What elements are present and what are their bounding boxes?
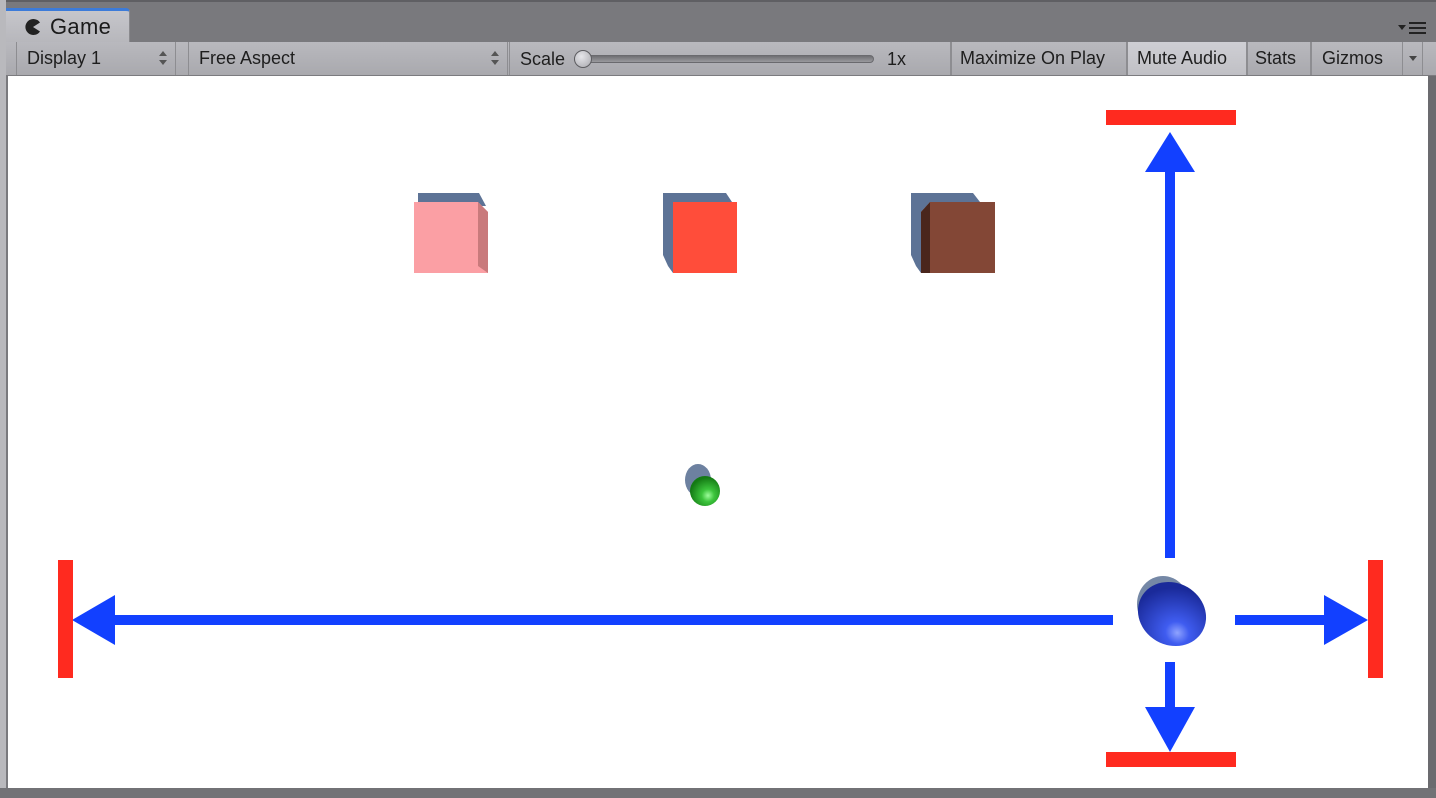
right-arrow-head — [1324, 595, 1368, 645]
panel-menu-button[interactable] — [1394, 20, 1428, 36]
right-panel-edge — [1428, 76, 1436, 798]
scale-slider-thumb[interactable] — [574, 50, 592, 68]
mute-audio-toggle[interactable]: Mute Audio — [1127, 42, 1247, 75]
dropdown-arrow-icon — [1408, 56, 1417, 61]
cube-face — [414, 202, 488, 273]
right-boundary — [1368, 560, 1383, 678]
scale-label: Scale — [520, 49, 566, 69]
left-arrow-shaft — [113, 615, 1113, 625]
up-arrow-shaft — [1165, 171, 1175, 558]
bottom-boundary — [1106, 752, 1236, 767]
panel-header — [0, 0, 1436, 42]
blue-player-sphere — [1137, 576, 1207, 647]
maximize-on-play-toggle[interactable]: Maximize On Play — [951, 42, 1127, 75]
red-cube — [663, 193, 737, 273]
down-arrow-shaft — [1165, 662, 1175, 710]
gizmos-menu-button[interactable] — [1402, 42, 1422, 75]
green-ball — [685, 464, 720, 506]
scale-value: 1x — [887, 49, 907, 69]
tab-game[interactable]: Game — [6, 8, 130, 42]
down-arrow — [1145, 662, 1195, 752]
mute-audio-label: Mute Audio — [1137, 48, 1228, 68]
top-boundary — [1106, 110, 1236, 125]
bottom-panel-edge — [0, 788, 1436, 798]
left-arrow-head — [72, 595, 115, 645]
cube-face — [921, 202, 995, 273]
game-scene — [58, 110, 1383, 767]
down-arrow-head — [1145, 707, 1195, 752]
updown-arrows-icon — [491, 51, 499, 65]
left-panel-edge — [0, 0, 6, 798]
tab-game-label: Game — [50, 13, 112, 39]
stats-toggle[interactable]: Stats — [1247, 42, 1311, 75]
aspect-dropdown[interactable]: Free Aspect — [188, 42, 508, 75]
stats-label: Stats — [1255, 48, 1297, 68]
game-viewport[interactable] — [8, 76, 1428, 788]
up-arrow-head — [1145, 132, 1195, 172]
panel-menu-icon — [1398, 22, 1426, 34]
game-toolbar: Display 1 Free Aspect Scale 1x Maximize … — [6, 42, 1436, 76]
left-boundary — [58, 560, 73, 678]
updown-arrows-icon — [159, 51, 167, 65]
scale-slider-track[interactable] — [574, 55, 874, 63]
up-arrow — [1145, 132, 1195, 558]
right-arrow — [1235, 595, 1368, 645]
cube-side — [478, 202, 488, 273]
display-value: Display 1 — [27, 48, 102, 68]
player-body — [1137, 581, 1207, 647]
right-arrow-shaft — [1235, 615, 1327, 625]
cube-side — [921, 202, 930, 273]
pacman-game-icon — [24, 18, 42, 36]
aspect-value: Free Aspect — [199, 48, 296, 68]
maximize-on-play-label: Maximize On Play — [960, 48, 1106, 68]
ball-body — [690, 476, 720, 506]
gizmos-label: Gizmos — [1322, 48, 1384, 68]
brown-cube — [911, 193, 995, 273]
display-dropdown[interactable]: Display 1 — [16, 42, 176, 75]
pink-cube — [414, 193, 488, 273]
cube-face — [673, 202, 737, 273]
left-arrow — [72, 595, 1113, 645]
scale-control: Scale 1x — [509, 42, 951, 75]
gizmos-dropdown[interactable]: Gizmos — [1311, 42, 1423, 75]
